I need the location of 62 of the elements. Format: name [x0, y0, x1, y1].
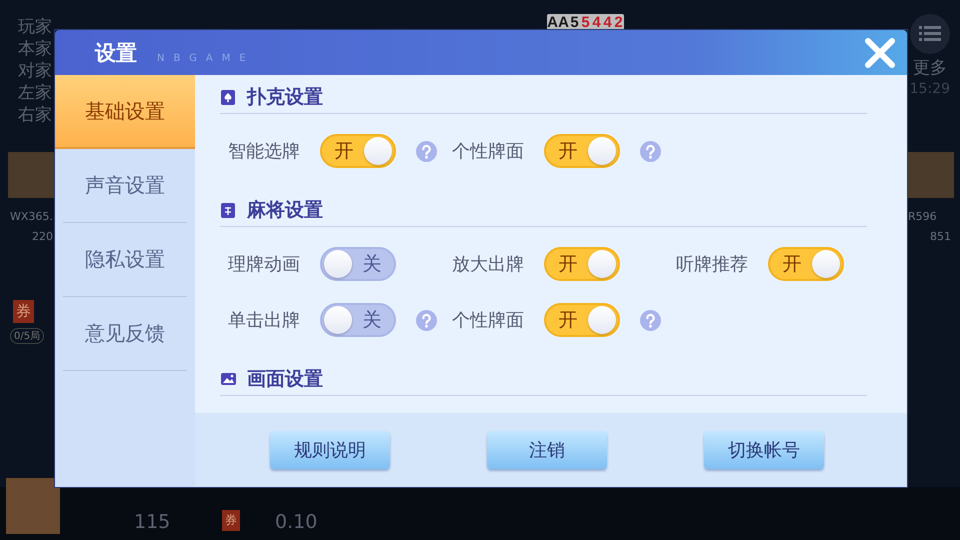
sidebar-tab[interactable]: 意见反馈 [63, 297, 187, 371]
option-label: 理牌动画 [228, 253, 301, 276]
sidebar-tab[interactable]: 基础设置 [55, 75, 195, 149]
avatar-photo [8, 152, 54, 198]
player-name: R596 [908, 210, 937, 223]
option-label: 单击出牌 [228, 309, 301, 332]
player-coins: 220 [32, 230, 53, 243]
scoreboard-label: 右家 [18, 106, 52, 125]
voucher-value: 0.10 [275, 511, 318, 533]
image-icon [220, 370, 237, 388]
menu-button[interactable] [910, 14, 950, 54]
option-label: 个性牌面 [452, 140, 525, 163]
mahjong-tile-icon [220, 202, 237, 218]
scoreboard-label: 左家 [18, 84, 52, 103]
brand-text: NBGAME [157, 53, 255, 64]
avatar-photo [908, 152, 954, 198]
card-rank: 4 [602, 14, 613, 31]
toggle-switch[interactable]: 开 [544, 247, 620, 281]
scoreboard-label: 本家 [18, 40, 52, 59]
more-label: 更多 [912, 57, 947, 79]
help-icon[interactable] [416, 310, 437, 330]
player-name: WX365. [10, 210, 53, 223]
player-coins: 851 [930, 230, 951, 243]
toggle-switch[interactable]: 关 [320, 247, 396, 281]
help-icon[interactable] [640, 310, 661, 330]
card-rank: A [558, 14, 569, 31]
round-count: 0/5局 [10, 328, 44, 344]
toggle-switch[interactable]: 开 [768, 247, 844, 281]
toggle-switch[interactable]: 关 [320, 303, 396, 337]
card-rank: 5 [569, 14, 580, 31]
sidebar-tab[interactable]: 隐私设置 [63, 223, 187, 297]
menu-icon [918, 25, 941, 43]
close-button[interactable] [863, 36, 897, 70]
avatar-photo [6, 478, 60, 534]
action-button[interactable]: 注销 [487, 431, 607, 469]
option-label: 放大出牌 [452, 253, 525, 276]
voucher-badge: 券 [222, 510, 240, 531]
help-icon[interactable] [416, 140, 437, 162]
section-title: 麻将设置 [247, 198, 323, 223]
toggle-switch[interactable]: 开 [320, 134, 396, 168]
section-title: 画面设置 [247, 367, 323, 392]
card-rank: 4 [591, 14, 602, 31]
toggle-switch[interactable]: 开 [544, 134, 620, 168]
action-button[interactable]: 规则说明 [270, 431, 390, 469]
card-rank: 2 [613, 14, 624, 31]
option-label: 智能选牌 [228, 140, 301, 163]
spade-card-icon [220, 88, 237, 106]
card-rank: A [547, 14, 558, 31]
option-label: 听牌推荐 [676, 253, 749, 276]
coin-count: 115 [134, 511, 170, 533]
help-icon[interactable] [640, 140, 661, 162]
card-rank: 5 [580, 14, 591, 31]
action-button[interactable]: 切换帐号 [704, 431, 824, 469]
toggle-switch[interactable]: 开 [544, 303, 620, 337]
section-title: 扑克设置 [247, 85, 323, 110]
option-label: 个性牌面 [452, 309, 525, 332]
sidebar-tab[interactable]: 声音设置 [63, 149, 187, 223]
scoreboard-label: 对家 [18, 62, 52, 81]
voucher-badge: 券 [13, 300, 34, 323]
scoreboard-header: 玩家 [18, 18, 52, 37]
dialog-title: 设置 [95, 40, 137, 66]
close-icon [863, 36, 897, 70]
